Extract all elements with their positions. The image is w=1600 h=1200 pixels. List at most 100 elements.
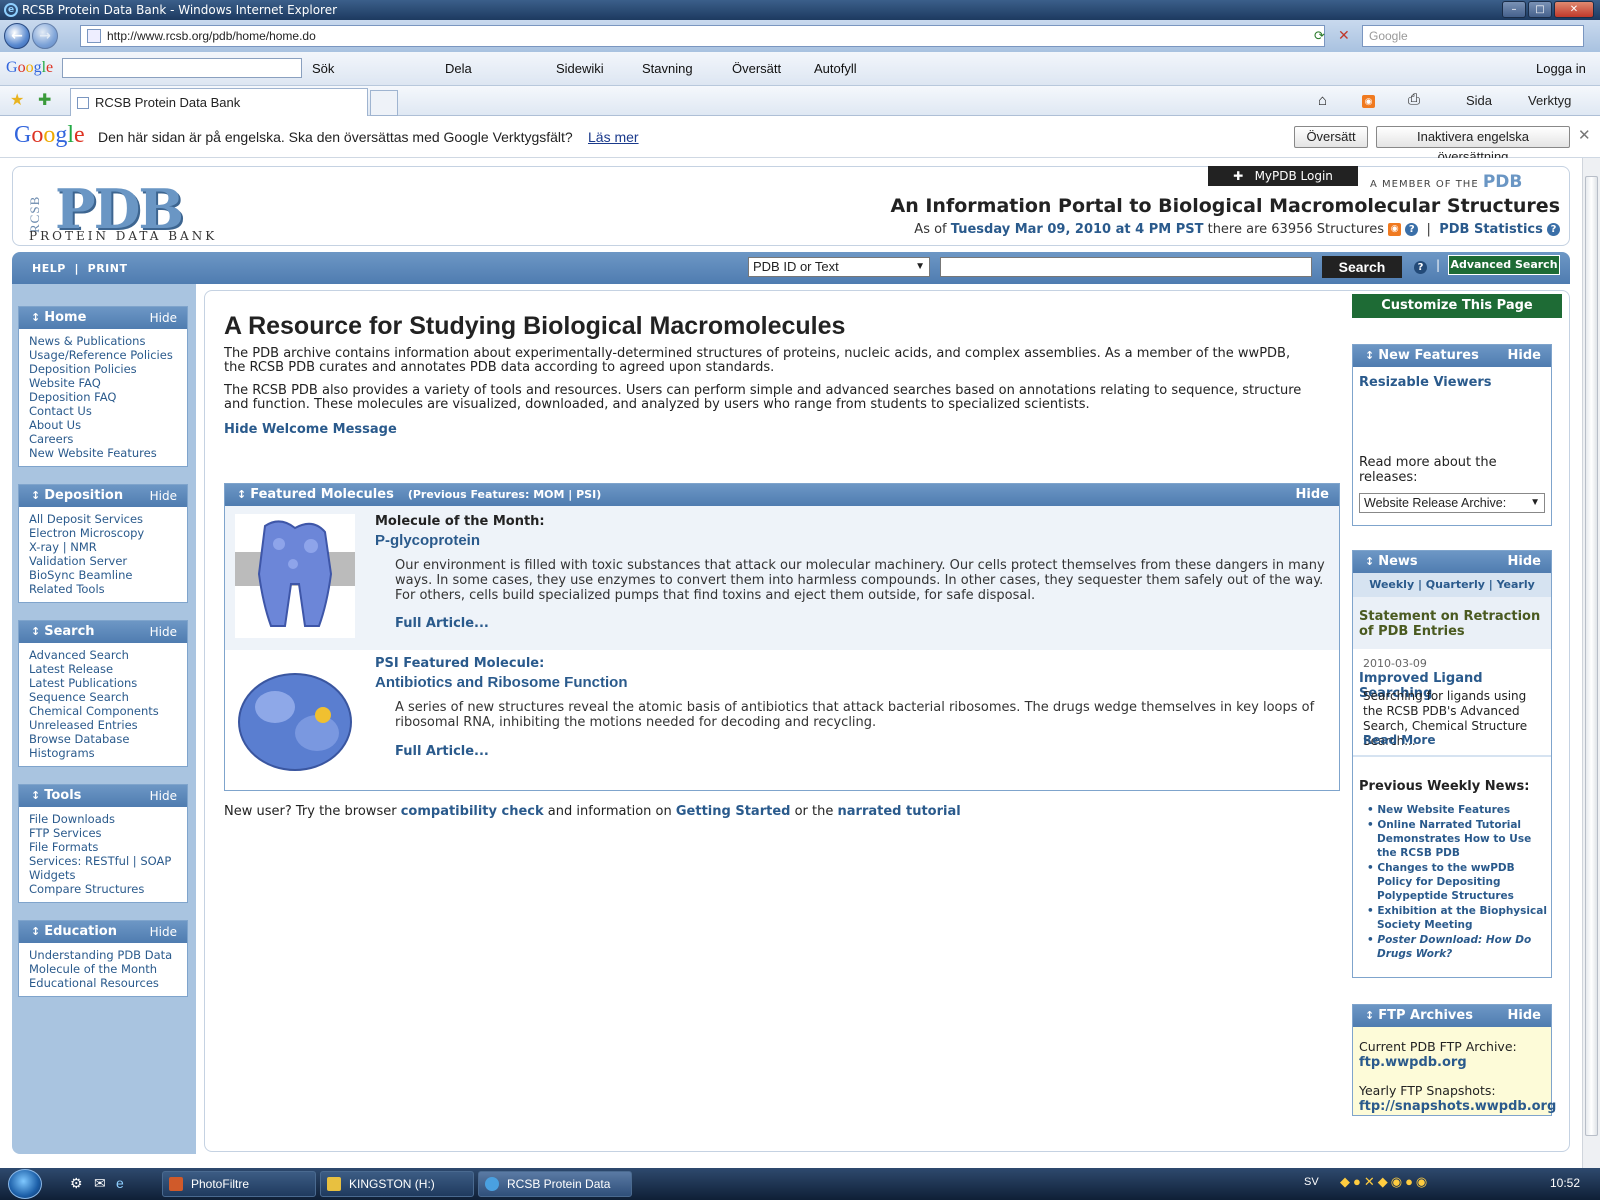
favorites-star-icon[interactable]: ★ — [10, 90, 24, 110]
minimize-button[interactable]: – — [1502, 1, 1526, 18]
vertical-scrollbar[interactable] — [1582, 158, 1600, 1168]
sidebar-item[interactable]: About Us — [29, 418, 177, 432]
toolbar-sidewiki[interactable]: Sidewiki — [556, 61, 604, 76]
sidebar-item[interactable]: Unreleased Entries — [29, 718, 177, 732]
search-input[interactable] — [940, 257, 1312, 277]
ftp-current-link[interactable]: ftp.wwpdb.org — [1359, 1055, 1467, 1070]
home-icon[interactable]: ⌂ — [1318, 92, 1327, 109]
sidebar-item[interactable]: Deposition Policies — [29, 362, 177, 376]
compatibility-check-link[interactable]: compatibility check — [401, 804, 544, 819]
maximize-button[interactable]: □ — [1528, 1, 1552, 18]
language-indicator[interactable]: SV — [1304, 1176, 1319, 1188]
resizable-viewers-link[interactable]: Resizable Viewers — [1359, 375, 1492, 390]
refresh-icon[interactable]: ⟳ — [1314, 29, 1325, 44]
back-button[interactable]: ← — [4, 23, 30, 49]
previous-features-links[interactable]: (Previous Features: MOM | PSI) — [408, 488, 601, 501]
learn-more-link[interactable]: Läs mer — [588, 129, 639, 145]
hide-tools-link[interactable]: Hide — [150, 785, 177, 807]
sidebar-item[interactable]: Deposition FAQ — [29, 390, 177, 404]
sidebar-item[interactable]: New Website Features — [29, 446, 177, 460]
sidebar-item[interactable]: Latest Release — [29, 662, 177, 676]
add-favorite-icon[interactable]: ✚ — [38, 90, 51, 110]
stats-help-icon[interactable]: ? — [1547, 223, 1560, 236]
list-item[interactable]: • Poster Download: How Do Drugs Work? — [1367, 933, 1547, 961]
sidebar-title-education[interactable]: Education — [44, 924, 117, 939]
sidebar-item[interactable]: Advanced Search — [29, 648, 177, 662]
hide-featured-link[interactable]: Hide — [1296, 484, 1329, 506]
quicklaunch-word-icon[interactable]: ✉ — [94, 1175, 106, 1192]
sidebar-item[interactable]: Latest Publications — [29, 676, 177, 690]
new-tab-button[interactable] — [370, 90, 398, 116]
quicklaunch-icon[interactable]: ⚙ — [70, 1175, 83, 1192]
release-archive-select[interactable]: Website Release Archive: ▼ — [1359, 493, 1545, 513]
clock[interactable]: 10:52 — [1550, 1176, 1580, 1190]
toolbar-autofyll[interactable]: Autofyll — [814, 61, 857, 76]
sidebar-item[interactable]: Contact Us — [29, 404, 177, 418]
hide-deposition-link[interactable]: Hide — [150, 485, 177, 507]
advanced-search-button[interactable]: Advanced Search — [1448, 255, 1560, 275]
hide-search-link[interactable]: Hide — [150, 621, 177, 643]
narrated-tutorial-link[interactable]: narrated tutorial — [838, 804, 961, 819]
stop-icon[interactable]: ✕ — [1338, 28, 1350, 44]
help-link[interactable]: HELP — [32, 262, 66, 275]
sidebar-item[interactable]: Histograms — [29, 746, 177, 760]
retraction-statement-link[interactable]: Statement on Retraction of PDB Entries — [1359, 609, 1545, 639]
sidebar-item[interactable]: Website FAQ — [29, 376, 177, 390]
hide-ftp-link[interactable]: Hide — [1508, 1005, 1541, 1027]
browser-tab[interactable]: RCSB Protein Data Bank — [70, 88, 368, 116]
toolbar-sok[interactable]: Sök — [312, 61, 334, 76]
sidebar-item[interactable]: Usage/Reference Policies — [29, 348, 177, 362]
list-item[interactable]: • Changes to the wwPDB Policy for Deposi… — [1367, 861, 1547, 903]
google-toolbar-input[interactable] — [62, 58, 302, 78]
getting-started-link[interactable]: Getting Started — [676, 804, 791, 819]
disable-translation-button[interactable]: Inaktivera engelska översättning — [1376, 126, 1570, 164]
sidebar-item[interactable]: X-ray | NMR — [29, 540, 177, 554]
close-window-button[interactable]: ✕ — [1554, 1, 1594, 18]
sidebar-item[interactable]: Browse Database — [29, 732, 177, 746]
psi-full-article-link[interactable]: Full Article... — [395, 744, 489, 759]
tray-icons[interactable]: ◆●✕◆◉●◉ — [1340, 1174, 1430, 1190]
help-icon[interactable]: ? — [1405, 223, 1419, 236]
sidebar-item[interactable]: Educational Resources — [29, 976, 177, 990]
quicklaunch-ie-icon[interactable]: e — [116, 1175, 124, 1191]
sidebar-item[interactable]: Understanding PDB Data — [29, 948, 177, 962]
tools-menu[interactable]: Verktyg — [1528, 93, 1571, 108]
sidebar-item[interactable]: All Deposit Services — [29, 512, 177, 526]
p-glycoprotein-image[interactable] — [235, 514, 355, 638]
hide-education-link[interactable]: Hide — [150, 921, 177, 943]
sidebar-item[interactable]: Compare Structures — [29, 882, 177, 896]
browser-search-input[interactable]: Google — [1362, 25, 1584, 47]
news-period-tabs[interactable]: Weekly | Quarterly | Yearly — [1353, 573, 1551, 597]
scrollbar-thumb[interactable] — [1585, 176, 1598, 1136]
translate-button[interactable]: Översätt — [1294, 126, 1368, 148]
hide-news-link[interactable]: Hide — [1508, 551, 1541, 573]
pdb-statistics-link[interactable]: PDB Statistics — [1439, 222, 1543, 237]
search-type-select[interactable]: PDB ID or Text ▼ — [748, 257, 930, 277]
toolbar-stavning[interactable]: Stavning — [642, 61, 693, 76]
sidebar-item[interactable]: Sequence Search — [29, 690, 177, 704]
mom-title[interactable]: P-glycoprotein — [375, 532, 480, 549]
mypdb-login-button[interactable]: ✚ MyPDB Login — [1208, 166, 1358, 186]
sidebar-title-deposition[interactable]: Deposition — [44, 488, 123, 503]
print-link[interactable]: PRINT — [88, 262, 128, 275]
sidebar-item[interactable]: Services: RESTful | SOAP — [29, 854, 177, 868]
hide-home-link[interactable]: Hide — [150, 307, 177, 329]
sidebar-item[interactable]: Molecule of the Month — [29, 962, 177, 976]
sidebar-item[interactable]: Widgets — [29, 868, 177, 882]
ribosome-image[interactable] — [235, 660, 355, 784]
list-item[interactable]: • Online Narrated Tutorial Demonstrates … — [1367, 818, 1547, 860]
sidebar-item[interactable]: File Formats — [29, 840, 177, 854]
start-button[interactable] — [8, 1169, 42, 1199]
sidebar-item[interactable]: Electron Microscopy — [29, 526, 177, 540]
sidebar-item[interactable]: File Downloads — [29, 812, 177, 826]
customize-page-button[interactable]: Customize This Page — [1352, 294, 1562, 318]
hide-welcome-link[interactable]: Hide Welcome Message — [224, 422, 397, 437]
toolbar-logga-in[interactable]: Logga in — [1536, 61, 1586, 76]
url-field[interactable]: http://www.rcsb.org/pdb/home/home.do — [80, 25, 1325, 47]
close-translate-icon[interactable]: ✕ — [1578, 126, 1591, 144]
sidebar-item[interactable]: Chemical Components — [29, 704, 177, 718]
mom-full-article-link[interactable]: Full Article... — [395, 616, 489, 631]
toolbar-oversatt[interactable]: Översätt — [732, 61, 781, 76]
taskbar-item-rcsb[interactable]: RCSB Protein Data B... — [478, 1171, 632, 1197]
sidebar-item[interactable]: Careers — [29, 432, 177, 446]
